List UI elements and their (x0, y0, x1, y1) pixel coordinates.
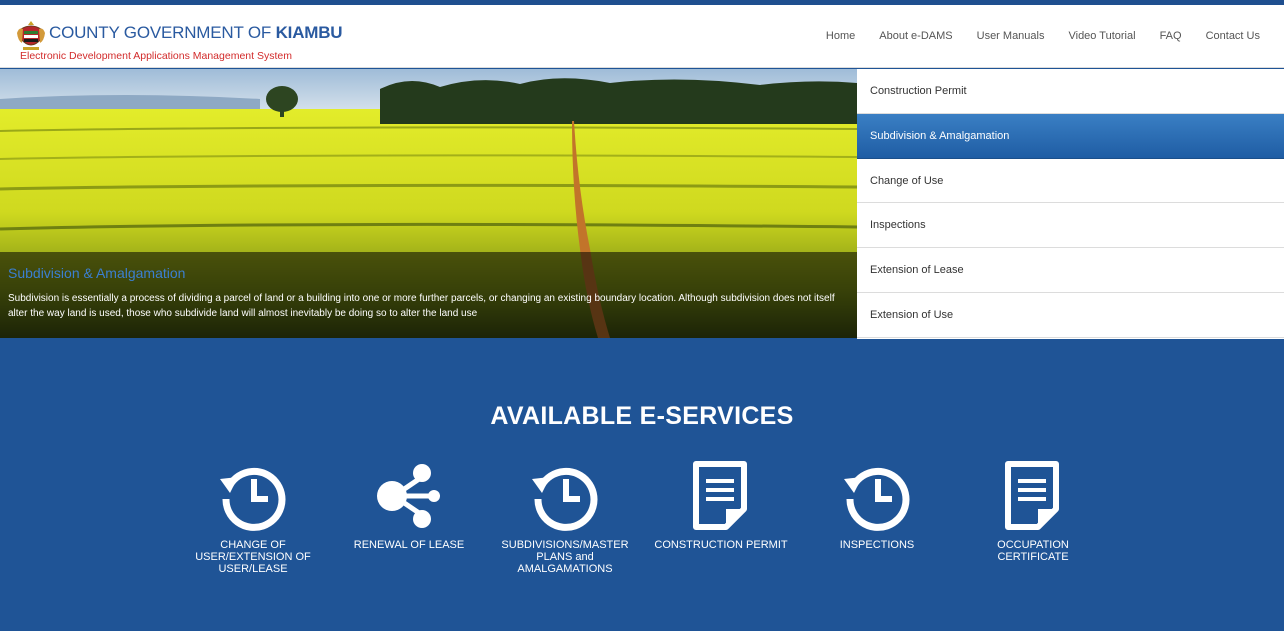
side-item-subdivision-amalgamation[interactable]: Subdivision & Amalgamation (857, 113, 1284, 159)
document-icon (693, 461, 747, 530)
nav-contact-us[interactable]: Contact Us (1206, 30, 1260, 42)
side-item-extension-of-lease[interactable]: Extension of Lease (857, 248, 1284, 293)
service-subdivisions[interactable]: SUBDIVISIONS/MASTER PLANS and AMALGAMATI… (495, 461, 635, 575)
county-emblem-icon[interactable] (15, 19, 47, 53)
side-item-change-of-use[interactable]: Change of Use (857, 159, 1284, 204)
service-construction-permit[interactable]: CONSTRUCTION PERMIT (651, 461, 791, 551)
brand-subtitle: Electronic Development Applications Mana… (20, 50, 292, 62)
side-item-inspections[interactable]: Inspections (857, 203, 1284, 249)
share-icon (377, 464, 440, 528)
side-item-extension-of-use[interactable]: Extension of Use (857, 293, 1284, 338)
e-services-section: AVAILABLE E-SERVICES CHANGE OF USER/EXTE… (0, 339, 1284, 631)
site-header: COUNTY GOVERNMENT OF KIAMBU Electronic D… (0, 5, 1284, 68)
nav-about[interactable]: About e-DAMS (879, 30, 952, 42)
brand-title[interactable]: COUNTY GOVERNMENT OF KIAMBU (49, 23, 343, 43)
service-change-of-user[interactable]: CHANGE OF USER/EXTENSION OF USER/LEASE (183, 461, 323, 575)
main-nav: Home About e-DAMS User Manuals Video Tut… (826, 30, 1260, 42)
hero-caption-text: Subdivision is essentially a process of … (8, 293, 835, 319)
side-item-construction-permit[interactable]: Construction Permit (857, 69, 1284, 114)
service-label: SUBDIVISIONS/MASTER PLANS and AMALGAMATI… (501, 539, 629, 575)
nav-video-tutorial[interactable]: Video Tutorial (1068, 30, 1135, 42)
hero-slider: Subdivision & Amalgamation Subdivision i… (0, 69, 857, 338)
hero-caption-title: Subdivision & Amalgamation (8, 265, 186, 281)
service-label: RENEWAL OF LEASE (353, 539, 465, 551)
history-clock-icon (220, 467, 286, 531)
nav-user-manuals[interactable]: User Manuals (977, 30, 1045, 42)
e-services-title: AVAILABLE E-SERVICES (490, 402, 794, 430)
document-icon (1005, 461, 1059, 530)
service-occupation-certificate[interactable]: OCCUPATION CERTIFICATE (963, 461, 1103, 563)
history-clock-icon (844, 467, 910, 531)
nav-home[interactable]: Home (826, 30, 855, 42)
service-label: CONSTRUCTION PERMIT (654, 539, 788, 551)
nav-faq[interactable]: FAQ (1160, 30, 1182, 42)
service-label: OCCUPATION CERTIFICATE (997, 539, 1069, 563)
history-clock-icon (532, 467, 598, 531)
service-side-menu: Construction Permit Subdivision & Amalga… (857, 69, 1284, 339)
hero-caption: Subdivision & Amalgamation Subdivision i… (0, 252, 857, 338)
service-label: CHANGE OF USER/EXTENSION OF USER/LEASE (195, 539, 311, 575)
service-renewal-of-lease[interactable]: RENEWAL OF LEASE (339, 461, 479, 551)
service-label: INSPECTIONS (839, 539, 915, 551)
service-inspections[interactable]: INSPECTIONS (807, 461, 947, 551)
